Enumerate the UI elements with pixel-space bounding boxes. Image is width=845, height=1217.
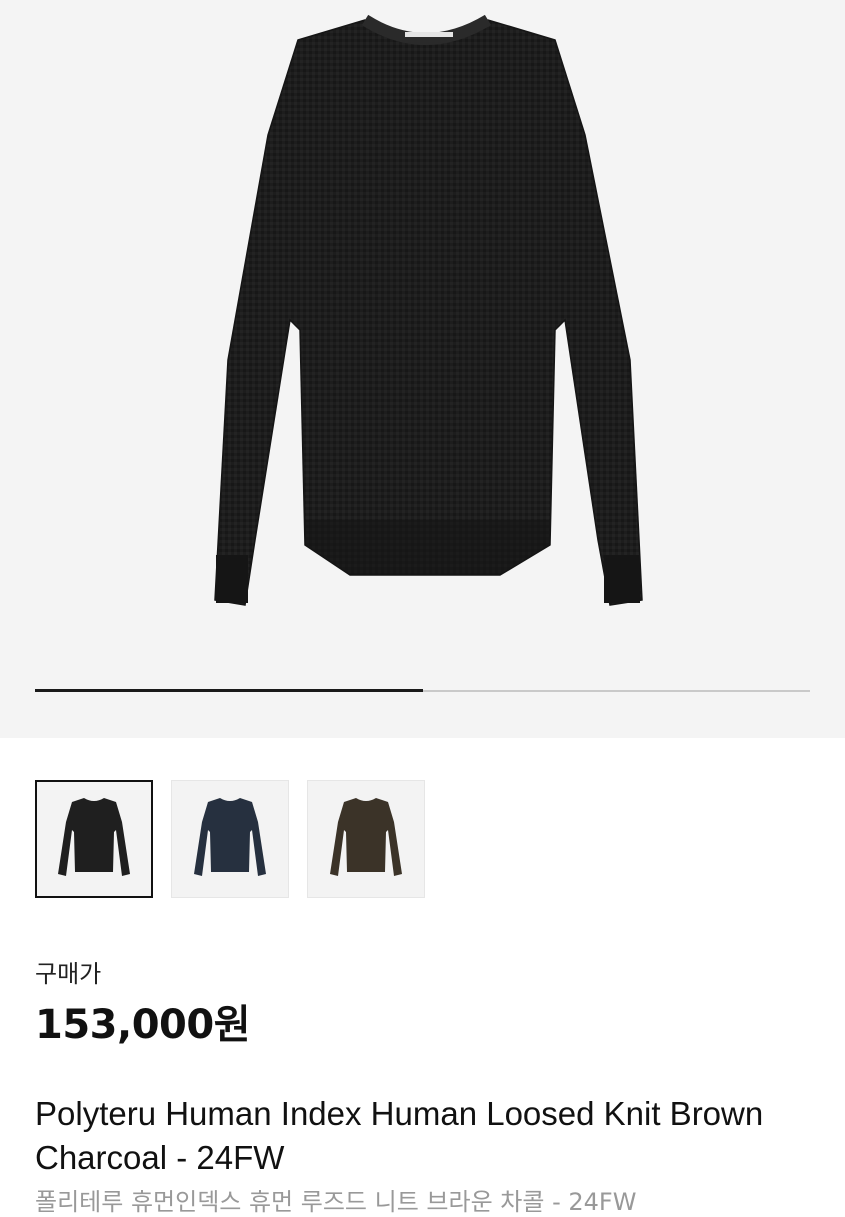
thumbnail-list [35,780,425,898]
sweater-image-navy [194,798,266,876]
gallery-progress-indicator [35,689,423,692]
product-image-gallery[interactable] [0,0,845,738]
product-title: Polyteru Human Index Human Loosed Knit B… [35,1095,764,1176]
gallery-progress-track [35,689,810,692]
thumbnail-brown-charcoal[interactable] [307,780,425,898]
sweater-image-black [58,798,130,876]
main-product-image[interactable] [0,0,845,738]
thumbnail-black[interactable] [35,780,153,898]
price-value: 153,000원 [35,1002,251,1048]
thumbnail-navy[interactable] [171,780,289,898]
price-label: 구매가 [35,960,102,988]
sweater-image-brown [330,798,402,876]
